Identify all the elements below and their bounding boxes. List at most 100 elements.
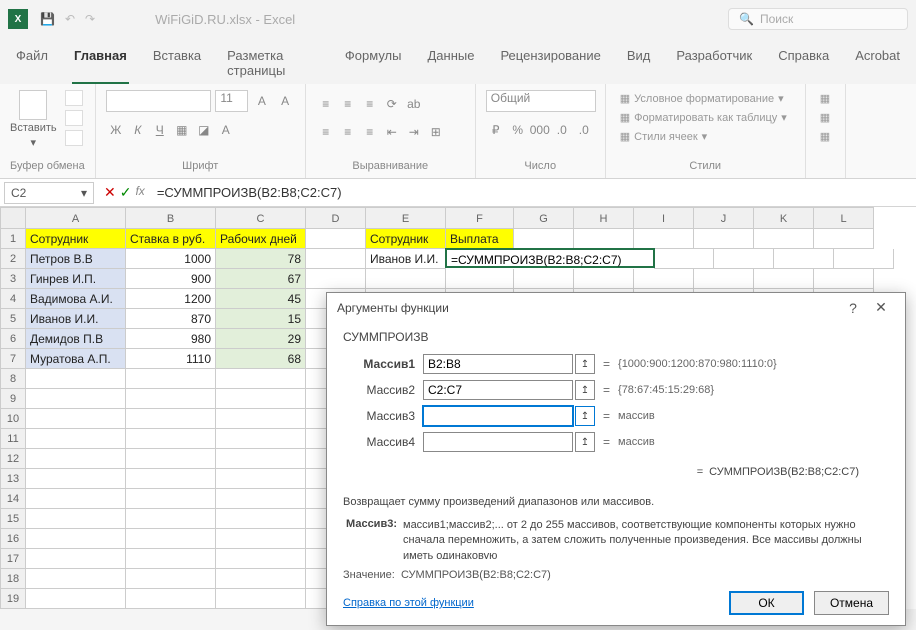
cell[interactable] — [26, 549, 126, 569]
cell[interactable]: 900 — [126, 269, 216, 289]
col-header[interactable]: D — [306, 207, 366, 229]
col-header[interactable]: C — [216, 207, 306, 229]
cell[interactable] — [216, 529, 306, 549]
cell[interactable] — [26, 469, 126, 489]
tab-developer[interactable]: Разработчик — [674, 42, 754, 84]
cell[interactable] — [216, 449, 306, 469]
cell[interactable] — [126, 489, 216, 509]
tab-file[interactable]: Файл — [14, 42, 50, 84]
cancel-formula-button[interactable]: ✕ — [104, 184, 116, 201]
cell[interactable]: 870 — [126, 309, 216, 329]
cell[interactable] — [26, 489, 126, 509]
name-box[interactable]: C2 ▾ — [4, 182, 94, 204]
row-header[interactable]: 11 — [0, 429, 26, 449]
cell[interactable] — [634, 269, 694, 289]
merge-button[interactable]: ⊞ — [426, 122, 446, 142]
col-header[interactable]: A — [26, 207, 126, 229]
cell[interactable] — [216, 569, 306, 589]
cell[interactable]: 68 — [216, 349, 306, 369]
row-header[interactable]: 17 — [0, 549, 26, 569]
increase-decimal-button[interactable]: .0 — [552, 120, 572, 140]
align-middle-button[interactable]: ≡ — [338, 94, 358, 114]
cell[interactable] — [26, 529, 126, 549]
row-header[interactable]: 6 — [0, 329, 26, 349]
undo-icon[interactable]: ↶ — [65, 12, 75, 26]
italic-button[interactable]: К — [128, 120, 148, 140]
fill-color-button[interactable]: ◪ — [194, 120, 214, 140]
tab-formulas[interactable]: Формулы — [343, 42, 404, 84]
format-as-table-button[interactable]: ▦ Форматировать как таблицу ▾ — [616, 109, 791, 126]
cell[interactable] — [126, 549, 216, 569]
tab-data[interactable]: Данные — [425, 42, 476, 84]
cell[interactable] — [26, 589, 126, 609]
row-header[interactable]: 13 — [0, 469, 26, 489]
tab-review[interactable]: Рецензирование — [498, 42, 602, 84]
cell[interactable] — [574, 269, 634, 289]
cell[interactable] — [26, 429, 126, 449]
underline-button[interactable]: Ч — [150, 120, 170, 140]
cell[interactable] — [126, 389, 216, 409]
row-header[interactable]: 10 — [0, 409, 26, 429]
fx-button[interactable]: fx — [135, 184, 144, 201]
col-header[interactable]: I — [634, 207, 694, 229]
font-name-select[interactable] — [106, 90, 212, 112]
comma-button[interactable]: 000 — [530, 120, 550, 140]
cell[interactable]: 980 — [126, 329, 216, 349]
row-header[interactable]: 3 — [0, 269, 26, 289]
cell[interactable] — [216, 409, 306, 429]
cell[interactable] — [306, 269, 366, 289]
cell[interactable] — [216, 589, 306, 609]
ok-button[interactable]: ОК — [729, 591, 804, 615]
cell[interactable] — [26, 569, 126, 589]
cell[interactable]: Ставка в руб. — [126, 229, 216, 249]
tab-home[interactable]: Главная — [72, 42, 129, 84]
col-header[interactable]: J — [694, 207, 754, 229]
decrease-font-button[interactable]: A — [276, 91, 295, 111]
row-header[interactable]: 7 — [0, 349, 26, 369]
cell[interactable]: Сотрудник — [366, 229, 446, 249]
arg-input-3[interactable] — [423, 406, 573, 426]
cell[interactable]: 15 — [216, 309, 306, 329]
cell[interactable] — [694, 269, 754, 289]
delete-cells-button[interactable]: ▦ — [816, 109, 834, 126]
cell[interactable] — [26, 509, 126, 529]
select-all-corner[interactable] — [0, 207, 26, 229]
cell[interactable] — [126, 529, 216, 549]
decrease-decimal-button[interactable]: .0 — [574, 120, 594, 140]
cell[interactable]: Рабочих дней — [216, 229, 306, 249]
cell[interactable] — [126, 569, 216, 589]
cell[interactable] — [574, 229, 634, 249]
cell[interactable] — [26, 369, 126, 389]
arg-input-1[interactable] — [423, 354, 573, 374]
cell[interactable]: Иванов И.И. — [366, 249, 446, 269]
help-link[interactable]: Справка по этой функции — [343, 597, 474, 609]
cell[interactable] — [834, 249, 894, 269]
cell[interactable]: Муратова А.П. — [26, 349, 126, 369]
redo-icon[interactable]: ↷ — [85, 12, 95, 26]
collapse-dialog-button[interactable]: ↥ — [575, 432, 595, 452]
row-header[interactable]: 18 — [0, 569, 26, 589]
cell[interactable] — [216, 489, 306, 509]
arg-input-4[interactable] — [423, 432, 573, 452]
col-header[interactable]: K — [754, 207, 814, 229]
collapse-dialog-button[interactable]: ↥ — [575, 406, 595, 426]
row-header[interactable]: 12 — [0, 449, 26, 469]
cell[interactable] — [126, 509, 216, 529]
accept-formula-button[interactable]: ✓ — [120, 184, 132, 201]
cell[interactable]: Сотрудник — [26, 229, 126, 249]
row-header[interactable]: 16 — [0, 529, 26, 549]
cell[interactable] — [814, 229, 874, 249]
cell[interactable] — [754, 269, 814, 289]
indent-right-button[interactable]: ⇥ — [404, 122, 424, 142]
cell[interactable] — [26, 389, 126, 409]
cell[interactable] — [126, 589, 216, 609]
close-button[interactable]: ✕ — [867, 299, 895, 316]
col-header[interactable]: F — [446, 207, 514, 229]
row-header[interactable]: 8 — [0, 369, 26, 389]
cell[interactable] — [514, 229, 574, 249]
cell[interactable]: 67 — [216, 269, 306, 289]
cell[interactable]: Демидов П.В — [26, 329, 126, 349]
cell[interactable] — [216, 389, 306, 409]
collapse-dialog-button[interactable]: ↥ — [575, 354, 595, 374]
row-header[interactable]: 19 — [0, 589, 26, 609]
